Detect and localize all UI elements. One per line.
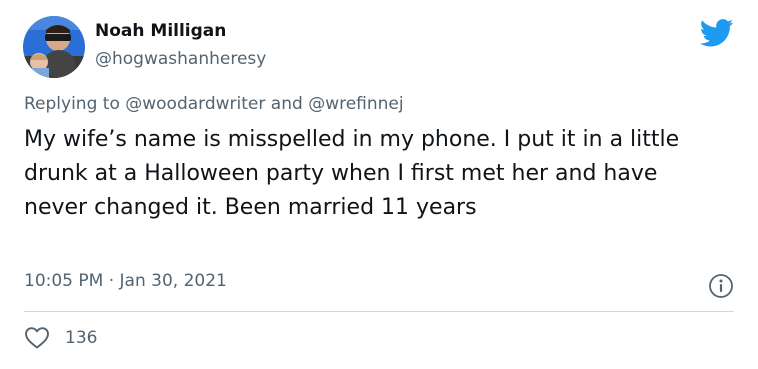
like-count: 136 [65,328,98,348]
meta-separator: · [103,271,120,291]
tweet-date: Jan 30, 2021 [119,271,227,291]
mention-link[interactable]: @wrefinnej [308,94,403,114]
like-button[interactable]: 136 [24,326,97,350]
reply-joiner: and [265,94,309,114]
mention-link[interactable]: @woodardwriter [125,94,265,114]
author-handle[interactable]: @hogwashanheresy [95,49,266,69]
tweet-time: 10:05 PM [24,271,104,291]
info-icon[interactable] [708,273,734,299]
divider [24,311,734,312]
avatar-image [23,16,85,78]
heart-icon[interactable] [24,326,50,350]
avatar[interactable] [23,16,85,78]
tweet-text: My wife’s name is misspelled in my phone… [24,127,680,220]
reply-context: Replying to @woodardwriter and @wrefinne… [24,94,404,114]
tweet-card: Noah Milligan @hogwashanheresy Replying … [0,0,758,369]
author-name[interactable]: Noah Milligan [95,21,226,41]
twitter-bird-icon[interactable] [699,19,734,47]
tweet-timestamp[interactable]: 10:05 PM · Jan 30, 2021 [24,271,227,291]
reply-prefix: Replying to [24,94,126,114]
